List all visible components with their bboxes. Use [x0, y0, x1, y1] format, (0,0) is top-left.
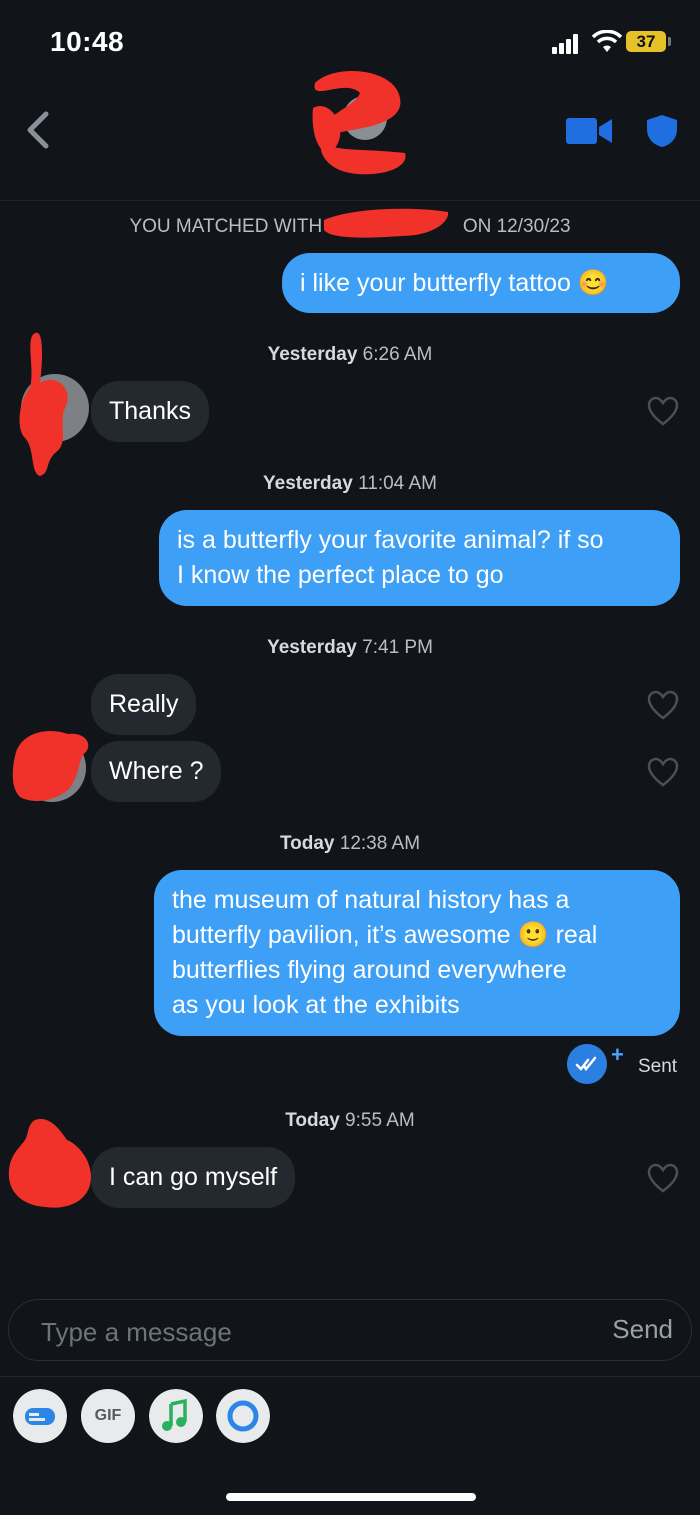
wifi-icon	[592, 30, 622, 52]
timestamp-time: 6:26 AM	[362, 344, 433, 365]
composer-divider	[0, 1376, 700, 1377]
timestamp-time: 11:04 AM	[358, 473, 437, 494]
outgoing-message[interactable]: is a butterfly your favorite animal? if …	[159, 510, 680, 606]
incoming-message[interactable]: Where ?	[91, 741, 222, 802]
timestamp: Today 9:55 AM	[0, 1110, 700, 1132]
timestamp: Today 12:38 AM	[0, 833, 700, 855]
message-text: i like your butterfly tattoo 😊	[300, 269, 610, 297]
outgoing-message[interactable]: the museum of natural history has a butt…	[154, 870, 680, 1036]
message-text: I can go myself	[109, 1163, 278, 1191]
match-avatar-redacted[interactable]	[305, 68, 415, 188]
message-text: Where ?	[109, 757, 204, 785]
message-composer: Send	[8, 1299, 692, 1361]
home-indicator[interactable]	[226, 1493, 476, 1501]
heart-icon[interactable]	[647, 757, 679, 787]
incoming-message[interactable]: I can go myself	[91, 1147, 296, 1208]
message-line: the museum of natural history has a	[172, 886, 570, 914]
battery-tip	[668, 37, 671, 46]
message-line: butterfly pavilion, it’s awesome 🙂 real	[172, 921, 598, 949]
battery-indicator: 37	[626, 31, 666, 52]
message-text: Really	[109, 690, 179, 718]
status-time: 10:48	[50, 26, 125, 57]
message-line: I know the perfect place to go	[177, 561, 504, 589]
match-banner-prefix: YOU MATCHED WITH	[129, 216, 323, 237]
gif-icon-label: GIF	[94, 1407, 122, 1424]
incoming-message[interactable]: Thanks	[91, 381, 209, 442]
timestamp-day: Yesterday	[267, 637, 357, 658]
heart-icon[interactable]	[647, 1163, 679, 1193]
shield-icon[interactable]	[646, 114, 678, 148]
sent-status: Sent	[638, 1056, 678, 1077]
timestamp-time: 9:55 AM	[345, 1110, 415, 1131]
timestamp-time: 7:41 PM	[362, 637, 433, 658]
heart-icon[interactable]	[647, 690, 679, 720]
send-button[interactable]: Send	[612, 1314, 673, 1345]
name-redaction	[324, 208, 449, 238]
message-text: Thanks	[109, 397, 191, 425]
video-call-icon[interactable]	[566, 116, 612, 146]
timestamp-day: Today	[279, 833, 335, 854]
gif-button[interactable]: GIF	[81, 1389, 135, 1443]
sender-avatar-redacted[interactable]	[5, 1115, 95, 1210]
message-line: butterflies flying around everywhere	[172, 956, 567, 984]
match-banner-date: ON 12/30/23	[462, 216, 571, 237]
outgoing-message[interactable]: i like your butterfly tattoo 😊	[282, 253, 680, 313]
message-line: as you look at the exhibits	[172, 991, 460, 1019]
message-input[interactable]	[39, 1312, 563, 1352]
circle-icon[interactable]	[216, 1389, 270, 1443]
back-chevron-icon[interactable]	[20, 108, 56, 152]
timestamp: Yesterday 6:26 AM	[0, 344, 700, 366]
sender-avatar-redacted[interactable]	[10, 328, 90, 478]
heart-icon[interactable]	[647, 396, 679, 426]
timestamp-day: Yesterday	[267, 344, 358, 365]
timestamp-day: Yesterday	[263, 473, 353, 494]
sticker-icon[interactable]	[13, 1389, 67, 1443]
music-icon[interactable]	[149, 1389, 203, 1443]
incoming-message[interactable]: Really	[91, 674, 197, 735]
read-receipt-plus[interactable]: +	[611, 1042, 624, 1068]
timestamp: Yesterday 11:04 AM	[0, 473, 700, 495]
timestamp: Yesterday 7:41 PM	[0, 637, 700, 659]
cell-signal-icon	[552, 34, 584, 54]
timestamp-day: Today	[285, 1110, 340, 1131]
sender-avatar-redacted[interactable]	[8, 722, 93, 807]
read-check-icon	[567, 1044, 607, 1084]
message-line: is a butterfly your favorite animal? if …	[177, 526, 604, 554]
timestamp-time: 12:38 AM	[339, 833, 421, 854]
